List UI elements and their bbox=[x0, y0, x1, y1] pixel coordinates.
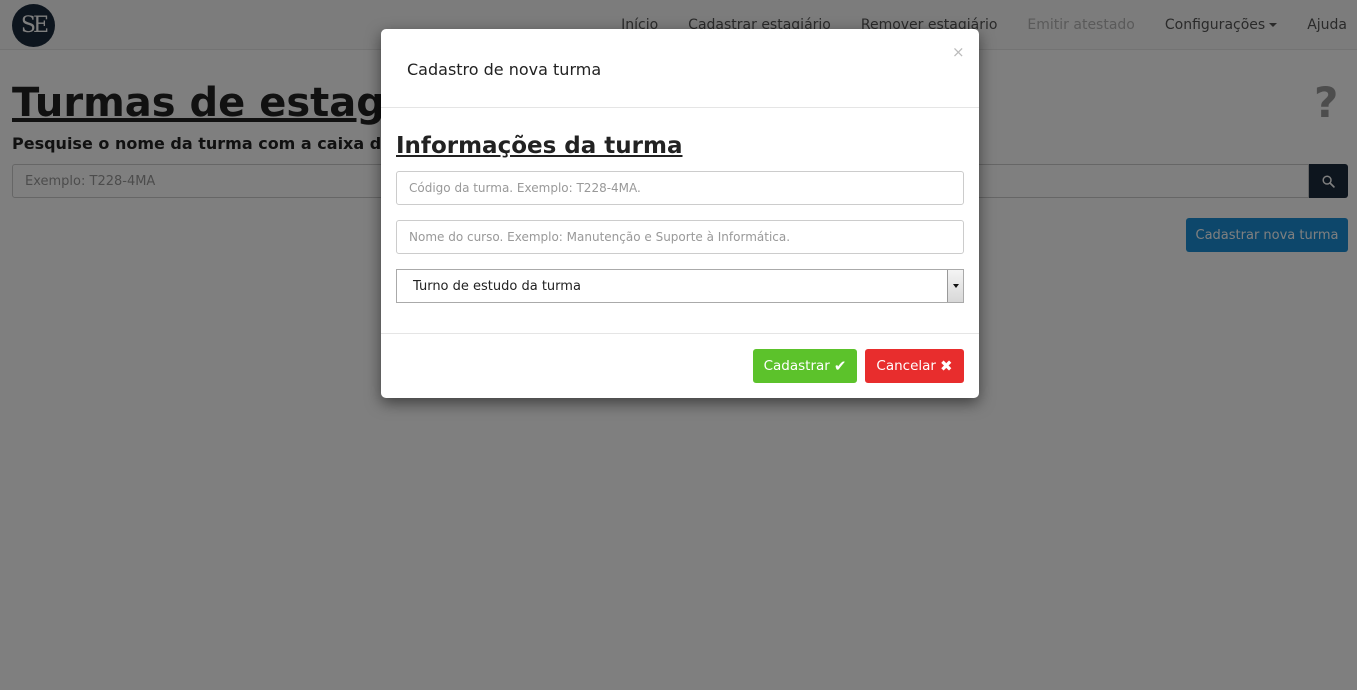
submit-button[interactable]: Cadastrar ✔ bbox=[753, 349, 857, 383]
new-class-modal: Cadastro de nova turma × Informações da … bbox=[381, 29, 979, 398]
study-shift-selected-value: Turno de estudo da turma bbox=[413, 278, 581, 294]
x-mark-icon: ✖ bbox=[939, 357, 953, 375]
section-title: Informações da turma bbox=[396, 133, 683, 159]
cancel-button[interactable]: Cancelar ✖ bbox=[865, 349, 964, 383]
select-arrow-icon[interactable] bbox=[947, 270, 963, 302]
cancel-button-label: Cancelar bbox=[876, 358, 936, 374]
study-shift-select[interactable]: Turno de estudo da turma bbox=[396, 269, 964, 303]
modal-header: Cadastro de nova turma × bbox=[381, 29, 979, 108]
submit-button-label: Cadastrar bbox=[763, 358, 830, 374]
modal-title: Cadastro de nova turma bbox=[407, 60, 602, 79]
modal-footer-divider bbox=[381, 333, 979, 334]
class-code-input[interactable] bbox=[396, 171, 964, 205]
checkmark-icon: ✔ bbox=[833, 357, 847, 375]
course-name-input[interactable] bbox=[396, 220, 964, 254]
close-icon[interactable]: × bbox=[952, 43, 965, 61]
